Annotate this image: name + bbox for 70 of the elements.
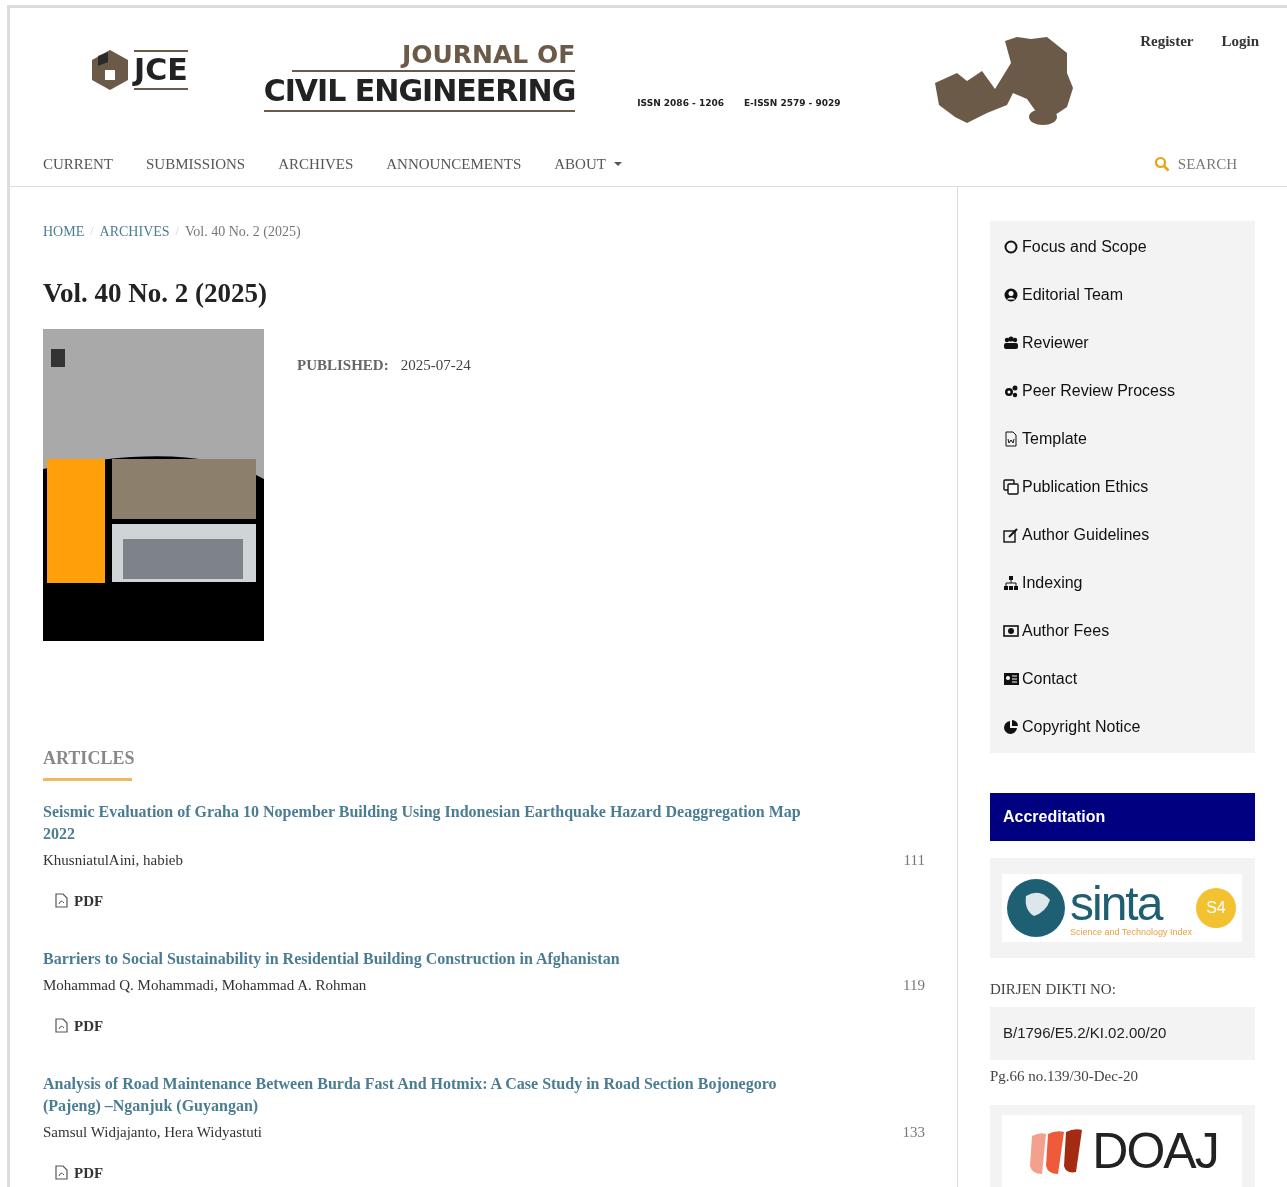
sitemap-icon	[1003, 575, 1019, 591]
nav-link[interactable]: ABOUT	[554, 152, 622, 176]
dirjen-note: Pg.66 no.139/30-Dec-20	[990, 1066, 1139, 1086]
pie-chart-icon	[1003, 719, 1019, 735]
file-pdf-icon	[55, 1018, 68, 1034]
nav-link[interactable]: CURRENT	[43, 152, 113, 176]
doaj-wordmark: DOAJ	[1092, 1125, 1218, 1177]
breadcrumb-separator: /	[175, 223, 179, 240]
dirjen-number: B/1796/E5.2/KI.02.00/20	[990, 1006, 1255, 1060]
money-icon	[1003, 623, 1019, 639]
pdf-link[interactable]: PDF	[55, 1161, 104, 1184]
sidebar-menu-link[interactable]: Template	[990, 415, 1255, 463]
pdf-link[interactable]: PDF	[55, 889, 104, 912]
edit-icon	[1003, 527, 1019, 543]
circle-icon	[1003, 239, 1019, 255]
globe-icon	[1006, 878, 1066, 938]
published-label: PUBLISHED:	[297, 356, 389, 375]
sidebar-menu-link[interactable]: Author Fees	[990, 607, 1255, 655]
breadcrumb-link[interactable]: ARCHIVES	[99, 220, 170, 242]
search-icon	[1153, 156, 1170, 172]
article-pages: 133	[902, 1123, 926, 1142]
breadcrumb-separator: /	[90, 223, 94, 240]
sidebar-menu-link[interactable]: Editorial Team	[990, 271, 1255, 319]
user-link[interactable]: Login	[1221, 30, 1259, 53]
article-authors: Samsul Widjajanto, Hera Widyastuti	[43, 1123, 263, 1142]
sidebar-menu-link[interactable]: Peer Review Process	[990, 367, 1255, 415]
article-pages: 119	[903, 976, 926, 995]
nav-link[interactable]: ANNOUNCEMENTS	[386, 152, 522, 176]
file-pdf-icon	[55, 893, 68, 909]
article-title-link[interactable]: Barriers to Social Sustainability in Residential Building Construction in Afghanistan	[43, 948, 833, 970]
word-file-icon	[1003, 431, 1019, 447]
banner-title: JOURNAL OF	[291, 40, 576, 72]
sidebar-menu-link[interactable]: Publication Ethics	[990, 463, 1255, 511]
logo-text: JCE	[134, 52, 188, 88]
sidebar-menu-link[interactable]: Reviewer	[990, 319, 1255, 367]
dirjen-label: DIRJEN DIKTI NO:	[990, 980, 1117, 999]
user-link[interactable]: Register	[1140, 30, 1194, 53]
issn-text: ISSN 2086 - 1206	[637, 97, 724, 110]
breadcrumb-current: Vol. 40 No. 2 (2025)	[184, 222, 301, 241]
issn-text: E-ISSN 2579 - 9029	[743, 97, 841, 110]
published-date: 2025-07-24	[400, 356, 471, 375]
article-pages: 111	[903, 851, 926, 870]
nav-link[interactable]: SUBMISSIONS	[146, 152, 246, 176]
article-title-link[interactable]: Analysis of Road Maintenance Between Burda Fast And Hotmix: A Case Study in Road Section Bojonegoro (Pajeng) –Nganjuk (Guyangan)	[43, 1073, 833, 1117]
user-circle-icon	[1003, 287, 1019, 303]
grade-badge: S4	[1195, 888, 1236, 928]
sidebar-menu-link[interactable]: Contact	[990, 655, 1255, 703]
sinta-wordmark: sinta	[1070, 879, 1163, 928]
article-authors: KhusniatulAini, habieb	[43, 851, 183, 870]
copy-icon	[1003, 479, 1019, 495]
file-pdf-icon	[55, 1165, 68, 1181]
house-logo-icon	[90, 48, 130, 92]
gears-icon	[1003, 383, 1019, 399]
issue-title: Vol. 40 No. 2 (2025)	[43, 277, 268, 309]
sinta-tagline: Science and Technology Index	[1070, 927, 1192, 937]
nav-link[interactable]: ARCHIVES	[278, 152, 354, 176]
search-button[interactable]: SEARCH	[1153, 152, 1237, 176]
sidebar-menu-link[interactable]: Copyright Notice	[990, 703, 1255, 751]
sidebar-menu-link[interactable]: Indexing	[990, 559, 1255, 607]
section-heading: ARTICLES	[43, 745, 132, 781]
accreditation-header: Accreditation	[990, 793, 1255, 841]
breadcrumb-link[interactable]: HOME	[43, 220, 85, 242]
sidebar-menu-link[interactable]: Focus and Scope	[990, 223, 1255, 271]
address-card-icon	[1003, 671, 1019, 687]
pdf-link[interactable]: PDF	[55, 1014, 104, 1037]
banner-title: CIVIL ENGINEERING	[263, 72, 576, 112]
article-authors: Mohammad Q. Mohammadi, Mohammad A. Rohman	[43, 976, 367, 995]
users-icon	[1003, 335, 1019, 351]
article-title-link[interactable]: Seismic Evaluation of Graha 10 Nopember Building Using Indonesian Earthquake Hazard Deaggregation Map 2022	[43, 801, 833, 845]
sidebar-menu-link[interactable]: Author Guidelines	[990, 511, 1255, 559]
